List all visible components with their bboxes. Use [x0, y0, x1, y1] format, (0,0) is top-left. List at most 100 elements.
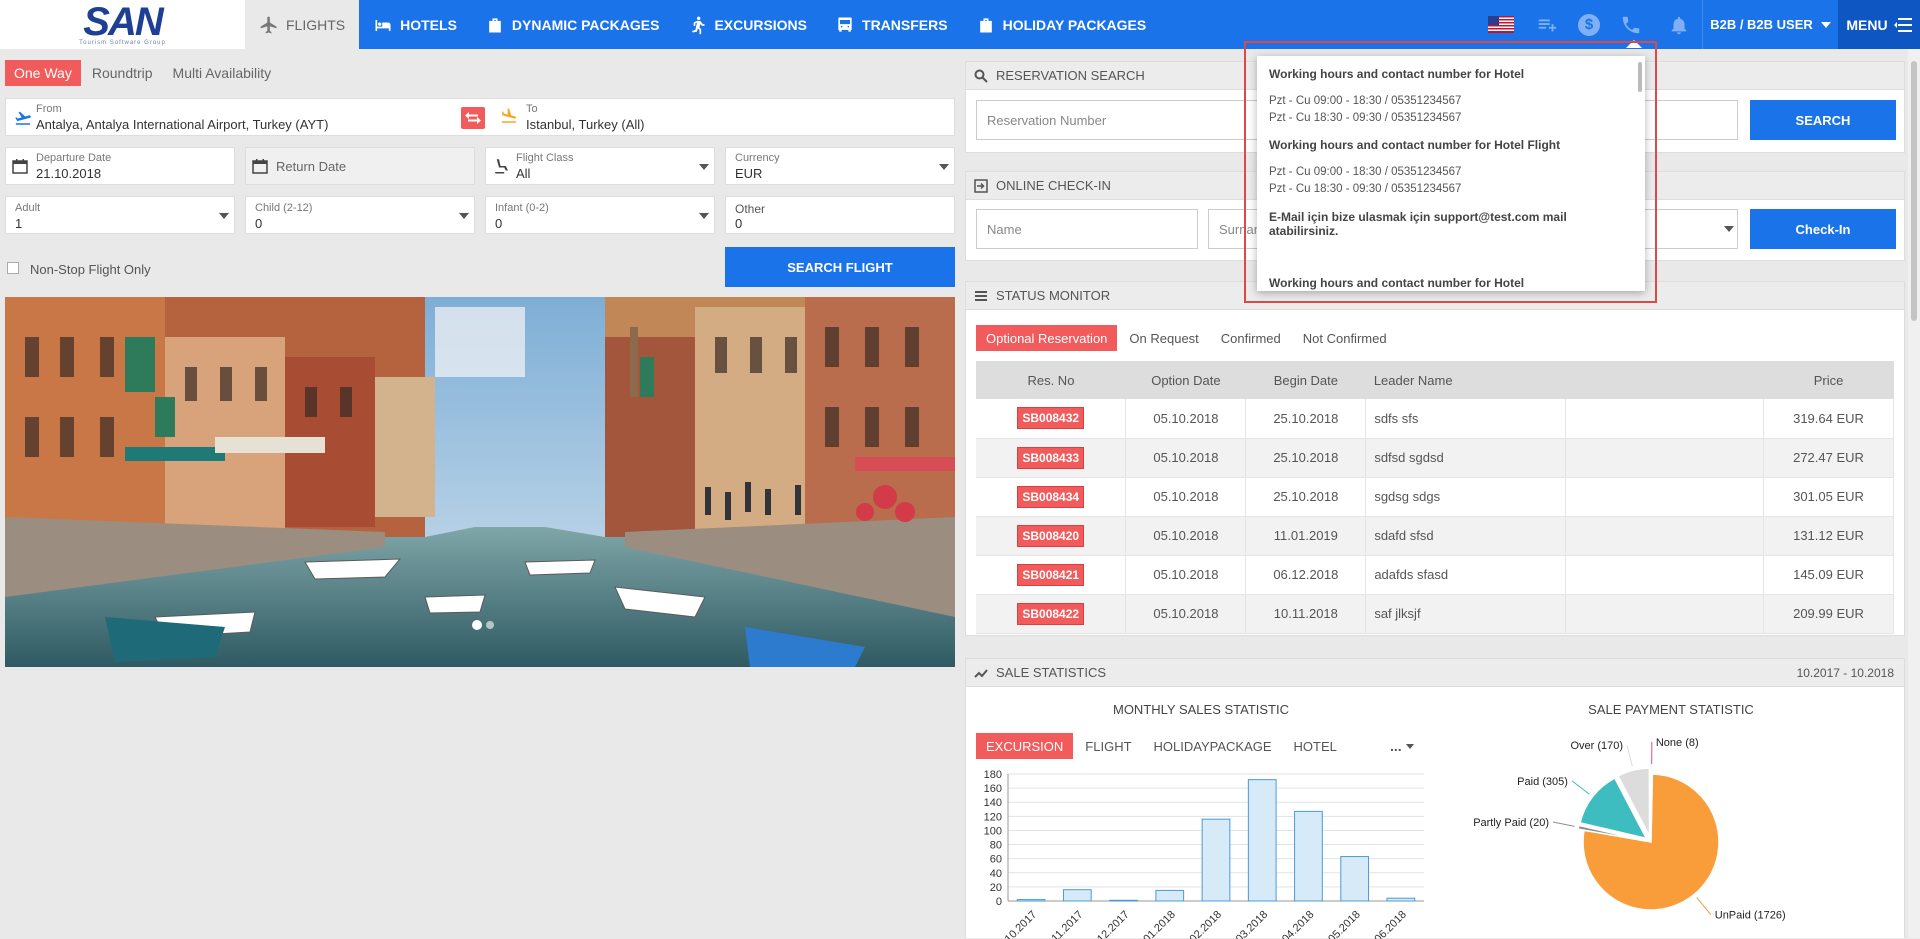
reservation-number-badge[interactable]: SB008434: [1017, 486, 1084, 508]
y-tick-label: 160: [984, 783, 1002, 795]
reservation-number-badge[interactable]: SB008422: [1017, 603, 1084, 625]
carousel-dot[interactable]: [486, 621, 494, 629]
phone-icon: [1620, 14, 1642, 36]
nav-transfers[interactable]: TRANSFERS: [821, 0, 962, 49]
bag-icon: [976, 15, 996, 35]
price: 145.09 EUR: [1764, 555, 1894, 594]
stats-date-range: 10.2017 - 10.2018: [1797, 666, 1894, 680]
swap-button[interactable]: [461, 107, 485, 129]
leader-name: adafds sfasd: [1366, 555, 1566, 594]
venice-canal-illustration: [5, 297, 955, 667]
scrollbar-thumb[interactable]: [1911, 61, 1917, 321]
bar: [1202, 819, 1230, 901]
tab-multi-availability[interactable]: Multi Availability: [164, 60, 281, 86]
status-monitor-panel: STATUS MONITOR Optional Reservation On R…: [965, 281, 1905, 636]
nonstop-checkbox[interactable]: [7, 262, 19, 274]
menu-label: MENU: [1846, 17, 1887, 33]
reservation-number-badge[interactable]: SB008420: [1017, 525, 1084, 547]
sign-in-icon: [974, 179, 988, 193]
user-menu[interactable]: B2B / B2B USER: [1702, 0, 1838, 49]
table-row[interactable]: SB00842105.10.201806.12.2018adafds sfasd…: [976, 555, 1894, 594]
table-row[interactable]: SB00843305.10.201825.10.2018sdfsd sgdsd2…: [976, 438, 1894, 477]
nav-excursions[interactable]: EXCURSIONS: [673, 0, 821, 49]
departure-date-field[interactable]: Departure Date 21.10.2018: [5, 147, 235, 185]
reservation-number-badge[interactable]: SB008421: [1017, 564, 1084, 586]
infant-select[interactable]: Infant (0-2) 0: [485, 196, 715, 234]
nav-dynamic-packages[interactable]: DYNAMIC PACKAGES: [471, 0, 674, 49]
bar: [1387, 898, 1415, 901]
user-label: B2B / B2B USER: [1710, 17, 1813, 32]
currency-label: Currency: [735, 152, 780, 164]
panel-title: RESERVATION SEARCH: [996, 68, 1145, 83]
empty-cell: [1566, 477, 1764, 516]
to-value: Istanbul, Turkey (All): [526, 117, 645, 132]
return-date-field[interactable]: Return Date: [245, 147, 475, 185]
checkin-name-input[interactable]: Name: [976, 209, 1198, 249]
reservation-number-badge[interactable]: SB008433: [1017, 447, 1084, 469]
tab-one-way[interactable]: One Way: [5, 60, 81, 86]
walker-icon: [687, 15, 707, 35]
option-date: 05.10.2018: [1126, 555, 1246, 594]
carousel-dots[interactable]: [472, 620, 494, 630]
nav-hotels[interactable]: HOTELS: [359, 0, 471, 49]
tab-on-request[interactable]: On Request: [1119, 325, 1208, 351]
nav-label: HOLIDAY PACKAGES: [1003, 17, 1147, 33]
infant-label: Infant (0-2): [495, 202, 549, 214]
begin-date: 25.10.2018: [1246, 399, 1366, 438]
tab-roundtrip[interactable]: Roundtrip: [83, 60, 162, 86]
main-nav: FLIGHTS HOTELS DYNAMIC PACKAGES EXCURSIO…: [245, 0, 1160, 49]
tab-optional-reservation[interactable]: Optional Reservation: [976, 325, 1117, 351]
to-field[interactable]: To Istanbul, Turkey (All): [491, 99, 951, 135]
popup-scrollbar[interactable]: [1638, 62, 1642, 92]
y-tick-label: 140: [984, 797, 1002, 809]
column-header: Begin Date: [1246, 361, 1366, 399]
reservation-number-badge[interactable]: SB008432: [1017, 407, 1084, 429]
notifications-button[interactable]: [1658, 0, 1700, 49]
other-field[interactable]: Other 0: [725, 196, 955, 234]
pie-label: UnPaid (1726): [1715, 910, 1786, 922]
carousel-dot-active[interactable]: [472, 620, 482, 630]
menu-button[interactable]: MENU: [1838, 0, 1920, 49]
child-select[interactable]: Child (2-12) 0: [245, 196, 475, 234]
price: 209.99 EUR: [1764, 594, 1894, 633]
checkin-button[interactable]: Check-In: [1750, 209, 1896, 249]
x-tick-label: 11.2017: [1049, 909, 1085, 939]
table-row[interactable]: SB00843405.10.201825.10.2018sgdsg sdgs30…: [976, 477, 1894, 516]
nav-holiday-packages[interactable]: HOLIDAY PACKAGES: [962, 0, 1161, 49]
tab-excursion[interactable]: EXCURSION: [976, 733, 1073, 759]
tab-flight[interactable]: FLIGHT: [1075, 733, 1141, 759]
popup-hours-line: Pzt - Cu 09:00 - 18:30 / 05351234567: [1269, 164, 1633, 181]
from-field[interactable]: From Antalya, Antalya International Airp…: [6, 99, 461, 135]
bar: [1017, 900, 1045, 901]
chevron-down-icon: [1821, 22, 1831, 28]
tab-hotel[interactable]: HOTEL: [1284, 733, 1347, 759]
search-flight-button[interactable]: SEARCH FLIGHT: [725, 247, 955, 287]
y-tick-label: 20: [990, 882, 1002, 894]
plane-icon: [259, 15, 279, 35]
calendar-icon: [12, 158, 28, 174]
nav-flights[interactable]: FLIGHTS: [245, 0, 359, 49]
currency-select[interactable]: Currency EUR: [725, 147, 955, 185]
route-fields: From Antalya, Antalya International Airp…: [5, 98, 955, 136]
monthly-sales-bar-chart: 02040608010012014016018010.201711.201712…: [966, 764, 1436, 939]
popup-email-note: E-Mail için bize ulasmak için support@te…: [1269, 210, 1633, 238]
adult-select[interactable]: Adult 1: [5, 196, 235, 234]
page-scrollbar[interactable]: [1908, 49, 1920, 938]
class-label: Flight Class: [516, 152, 573, 164]
table-row[interactable]: SB00842005.10.201811.01.2019sdafd sfsd13…: [976, 516, 1894, 555]
reservation-search-button[interactable]: SEARCH: [1750, 100, 1896, 140]
option-date: 05.10.2018: [1126, 438, 1246, 477]
reservations-table: Res. No Option Date Begin Date Leader Na…: [976, 361, 1894, 634]
table-row[interactable]: SB00843205.10.201825.10.2018sdfs sfs319.…: [976, 399, 1894, 438]
more-options-button[interactable]: ...: [1390, 738, 1414, 754]
tab-not-confirmed[interactable]: Not Confirmed: [1293, 325, 1397, 351]
tab-confirmed[interactable]: Confirmed: [1211, 325, 1291, 351]
chevron-down-icon: [459, 213, 469, 219]
table-row[interactable]: SB00842205.10.201810.11.2018saf jlksjf20…: [976, 594, 1894, 633]
logo[interactable]: SAN Tourism Software Group: [0, 0, 245, 49]
swap-icon: [465, 111, 481, 125]
flight-class-select[interactable]: Flight Class All: [485, 147, 715, 185]
leader-name: sdfs sfs: [1366, 399, 1566, 438]
tab-holidaypackage[interactable]: HOLIDAYPACKAGE: [1144, 733, 1282, 759]
y-tick-label: 0: [996, 896, 1002, 908]
